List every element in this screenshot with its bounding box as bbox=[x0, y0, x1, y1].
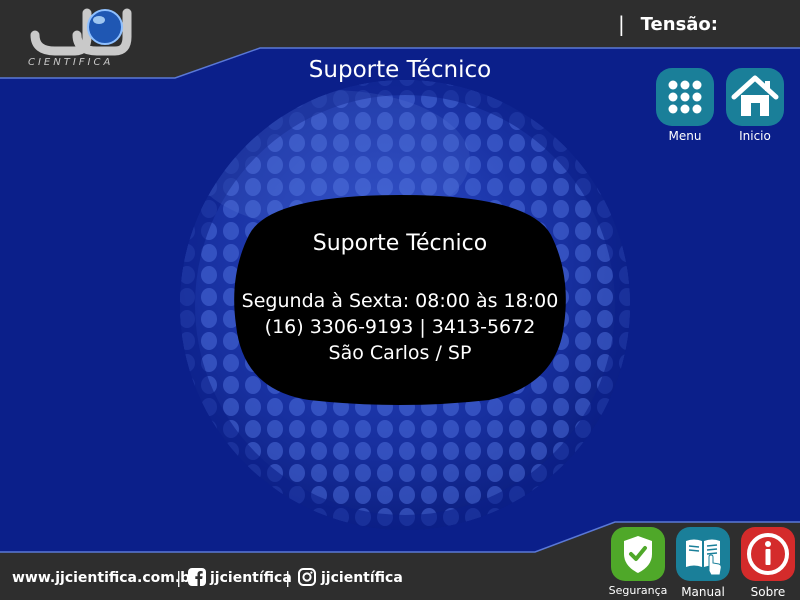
info-icon bbox=[747, 533, 789, 575]
home-label: Inicio bbox=[739, 129, 771, 143]
shield-check-icon bbox=[624, 536, 652, 573]
footer-separator-1: | bbox=[176, 568, 182, 587]
support-phones: (16) 3306-9193 | 3413-5672 bbox=[264, 316, 536, 338]
menu-label: Menu bbox=[668, 129, 702, 143]
manual-label: Manual bbox=[681, 585, 725, 599]
grid-icon bbox=[668, 80, 702, 114]
header-separator: | bbox=[618, 12, 625, 36]
instagram-icon bbox=[298, 568, 316, 586]
about-button[interactable] bbox=[741, 527, 795, 581]
safety-label: Segurança bbox=[608, 584, 668, 597]
website-link[interactable]: www.jjcientifica.com.br bbox=[12, 570, 197, 586]
app-screen: CIENTIFICA | Tensão: Suporte Técnico Men… bbox=[0, 0, 800, 600]
safety-button[interactable] bbox=[611, 527, 665, 581]
manual-button[interactable] bbox=[676, 527, 730, 581]
support-hours: Segunda à Sexta: 08:00 às 18:00 bbox=[241, 290, 559, 312]
instagram-handle[interactable]: jjcientífica bbox=[321, 570, 403, 586]
jj-logo bbox=[30, 8, 132, 56]
tension-label: Tensão: bbox=[640, 14, 718, 35]
support-title: Suporte Técnico bbox=[312, 231, 488, 256]
footer-separator-2: | bbox=[285, 568, 291, 587]
facebook-icon bbox=[188, 568, 206, 586]
about-label: Sobre bbox=[750, 585, 786, 599]
menu-button[interactable] bbox=[656, 68, 714, 126]
facebook-handle[interactable]: jjcientífica bbox=[210, 570, 292, 586]
home-icon bbox=[731, 75, 779, 116]
home-button[interactable] bbox=[726, 68, 784, 126]
manual-book-icon bbox=[686, 539, 722, 576]
support-location: São Carlos / SP bbox=[328, 342, 472, 364]
